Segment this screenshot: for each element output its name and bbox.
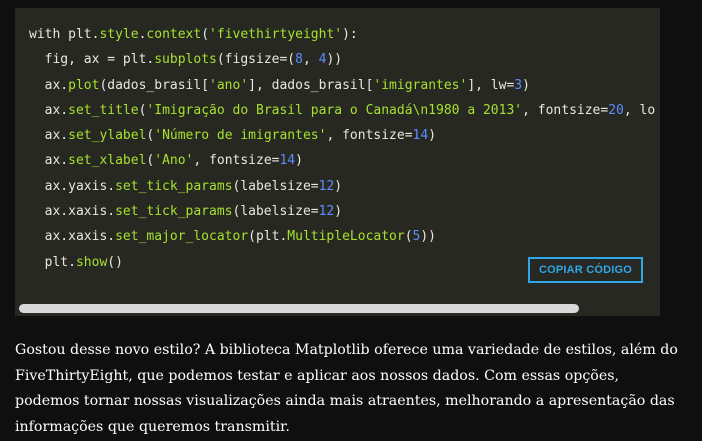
code-token: 'Número de imigrantes' <box>154 128 327 144</box>
code-token: (labelsize= <box>232 204 319 220</box>
code-line: ax.set_title('Imigração do Brasil para o… <box>29 100 656 125</box>
page: with plt.style.context('fivethirtyeight'… <box>0 0 702 441</box>
code-token: )) <box>326 52 343 68</box>
code-token: 'ano' <box>209 77 249 93</box>
code-token: with plt. <box>29 27 100 42</box>
code-token: ax. <box>29 77 69 93</box>
code-token: ) <box>522 77 530 93</box>
code-token: 3 <box>514 77 523 93</box>
code-token: plt. <box>29 254 76 270</box>
code-line: ax.yaxis.set_tick_params(labelsize=12) <box>29 176 655 201</box>
code-token: context <box>146 27 202 42</box>
code-token: set_xlabel <box>68 153 147 169</box>
code-token: , <box>302 52 319 68</box>
code-token: 20 <box>608 102 624 118</box>
code-token: ) <box>295 153 303 169</box>
code-token: ax. <box>29 128 69 144</box>
code-token: 'fivethirtyeight' <box>209 27 343 42</box>
code-token: ], dados_brasil[ <box>248 77 374 93</box>
code-token: set_ylabel <box>68 128 147 144</box>
code-token: (labelsize= <box>232 178 319 194</box>
code-line: ax.plot(dados_brasil['ano'], dados_brasi… <box>29 75 655 100</box>
code-token: , fontsize= <box>326 128 413 144</box>
horizontal-scrollbar[interactable] <box>15 301 660 316</box>
code-token: fig, ax = plt. <box>29 52 155 68</box>
article-paragraph: Gostou desse novo estilo? A biblioteca M… <box>15 342 678 435</box>
code-line: ax.xaxis.set_tick_params(labelsize=12) <box>29 201 655 226</box>
code-token: ax.yaxis. <box>29 178 116 194</box>
code-token: ): <box>342 27 358 42</box>
code-token: (dados_brasil[ <box>99 77 210 93</box>
code-token: set_tick_params <box>115 178 233 194</box>
code-token: 'imigrantes' <box>373 77 468 93</box>
copy-code-button[interactable]: COPIAR CÓDIGO <box>528 257 643 283</box>
code-token: ax. <box>29 102 69 118</box>
code-token: ) <box>428 128 437 144</box>
code-token: 12 <box>318 204 335 220</box>
code-token: 14 <box>279 153 296 169</box>
code-token: subplots <box>154 52 217 68</box>
code-token: 8 <box>295 52 303 68</box>
code-token: 'Imigração do Brasil para o Canadá\n1980… <box>146 102 523 118</box>
code-token: , lo <box>623 102 656 118</box>
code-token: MultipleLocator <box>287 229 405 245</box>
code-line: with plt.style.context('fivethirtyeight'… <box>29 24 655 49</box>
code-line: ax.xaxis.set_major_locator(plt.MultipleL… <box>29 226 655 251</box>
code-block: with plt.style.context('fivethirtyeight'… <box>15 8 660 316</box>
code-token: style <box>99 27 139 42</box>
code-token: 'Ano' <box>154 153 194 169</box>
code-token: ) <box>334 178 343 194</box>
code-token: set_tick_params <box>115 204 233 220</box>
code-token: ax.xaxis. <box>29 229 116 245</box>
code-token: set_major_locator <box>115 229 249 245</box>
code-token: ( <box>201 27 210 42</box>
code-token: ax.xaxis. <box>29 204 116 220</box>
code-token: () <box>107 254 123 270</box>
scrollbar-thumb[interactable] <box>19 304 579 313</box>
code-line: ax.set_ylabel('Número de imigrantes', fo… <box>29 125 655 150</box>
code-token: ) <box>334 204 343 220</box>
code-token: set_title <box>68 102 139 118</box>
code-token: (plt. <box>248 229 288 245</box>
code-token: )) <box>420 229 437 245</box>
code-token: , fontsize= <box>522 102 609 118</box>
code-token: ], lw= <box>467 77 515 93</box>
code-token: ax. <box>29 153 69 169</box>
code-token: show <box>75 254 108 270</box>
code-token: 14 <box>412 128 429 144</box>
code-token: , fontsize= <box>193 153 280 169</box>
code-lines: with plt.style.context('fivethirtyeight'… <box>29 24 655 277</box>
code-line: ax.set_xlabel('Ano', fontsize=14) <box>29 150 655 175</box>
code-line: fig, ax = plt.subplots(figsize=(8, 4)) <box>29 49 655 74</box>
code-token: 12 <box>318 178 335 194</box>
code-token: (figsize=( <box>216 52 296 68</box>
code-token: plot <box>68 77 100 93</box>
code-token: ( <box>404 229 413 245</box>
